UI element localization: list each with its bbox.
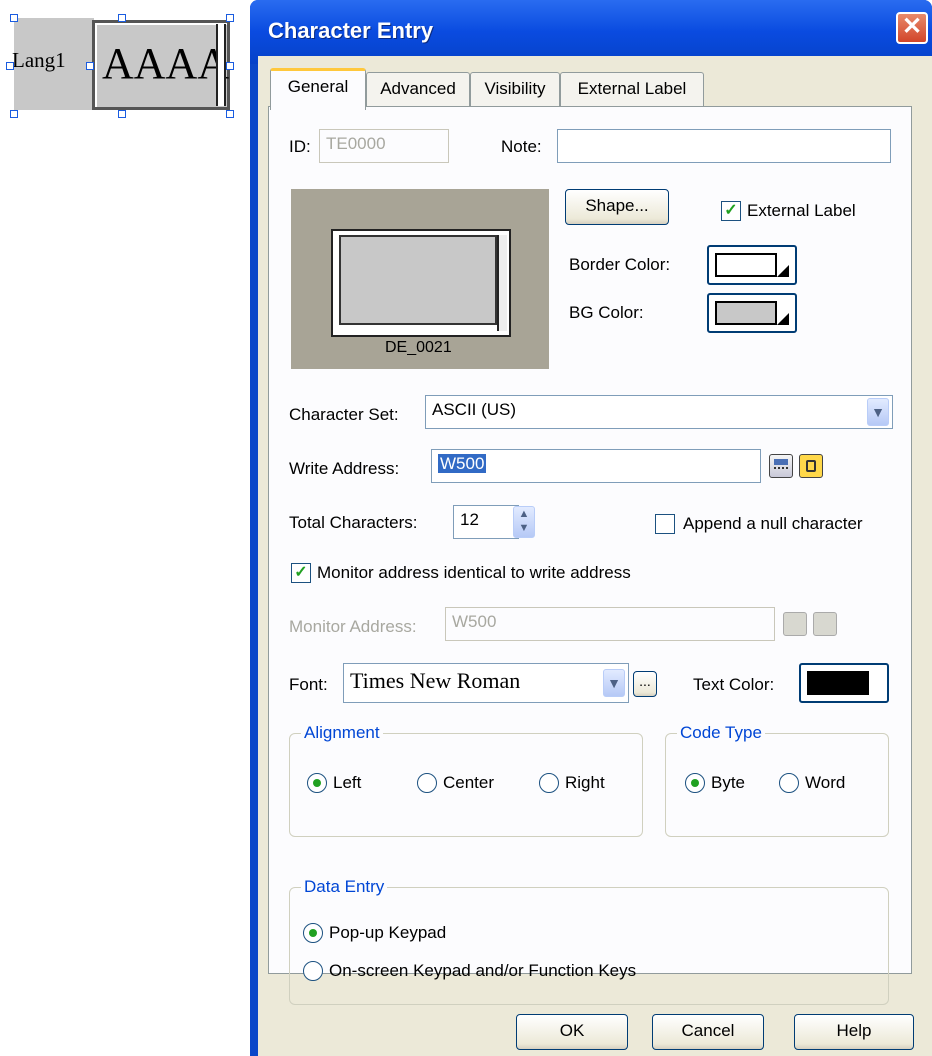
resize-handle[interactable] [226, 14, 234, 22]
code-type-title: Code Type [677, 723, 765, 743]
resize-handle[interactable] [118, 110, 126, 118]
monitor-address-label: Monitor Address: [289, 617, 417, 636]
border-color-button[interactable] [707, 245, 797, 285]
preview-right-edge [216, 24, 226, 106]
address-book-icon[interactable] [799, 454, 823, 478]
font-value: Times New Roman [350, 668, 521, 693]
dropdown-arrow-icon [777, 313, 789, 325]
popup-keypad-label: Pop-up Keypad [329, 923, 447, 942]
dialog-title: Character Entry [268, 18, 434, 43]
spin-up-icon[interactable]: ▲ [514, 507, 534, 521]
code-byte-radio[interactable] [685, 773, 705, 793]
spin-stepper[interactable]: ▲ ▼ [513, 506, 535, 538]
charset-value: ASCII (US) [432, 400, 517, 419]
charset-select[interactable]: ASCII (US) [425, 395, 893, 429]
resize-handle[interactable] [10, 14, 18, 22]
align-right-label: Right [565, 773, 605, 792]
align-right-radio[interactable] [539, 773, 559, 793]
resize-handle[interactable] [10, 110, 18, 118]
charset-label: Character Set: [289, 405, 399, 424]
shape-preview-edge [497, 235, 507, 331]
dropdown-arrow-icon [777, 265, 789, 277]
total-chars-input[interactable]: 12 [453, 505, 519, 539]
code-word-label: Word [805, 773, 846, 792]
align-center-radio[interactable] [417, 773, 437, 793]
code-word-radio[interactable] [779, 773, 799, 793]
monitor-identical-checkbox[interactable]: ✓ [291, 563, 311, 583]
popup-keypad-radio[interactable] [303, 923, 323, 943]
monitor-identical-label: Monitor address identical to write addre… [317, 563, 631, 582]
external-label-text: External Label [747, 201, 856, 220]
address-book-icon [813, 612, 837, 636]
shape-preview: DE_0021 [291, 189, 549, 369]
dialog-body: General Advanced Visibility External Lab… [258, 56, 932, 1056]
lang-label: Lang1 [12, 48, 66, 72]
monitor-address-input: W500 [445, 607, 775, 641]
tab-general[interactable]: General [270, 68, 366, 110]
bg-color-swatch [715, 301, 777, 325]
text-color-swatch [807, 671, 869, 695]
calculator-icon [783, 612, 807, 636]
font-select[interactable]: Times New Roman [343, 663, 629, 703]
write-address-input[interactable]: W500 [431, 449, 761, 483]
preview-text: AAAA [102, 39, 230, 88]
ok-button[interactable]: OK [516, 1014, 628, 1050]
tab-advanced[interactable]: Advanced [366, 72, 470, 108]
general-panel: ID: TE0000 Note: DE_0021 Shape... ✓ Exte… [268, 106, 912, 1005]
onscreen-keypad-radio[interactable] [303, 961, 323, 981]
chevron-down-icon[interactable]: ▼ [867, 398, 889, 426]
text-color-label: Text Color: [693, 675, 775, 694]
chevron-down-icon[interactable]: ▼ [603, 669, 625, 697]
shape-button[interactable]: Shape... [565, 189, 669, 225]
cancel-button[interactable]: Cancel [652, 1014, 764, 1050]
resize-handle[interactable] [226, 110, 234, 118]
canvas-object[interactable]: Lang1 AAAA [0, 0, 250, 130]
total-chars-value: 12 [460, 510, 479, 529]
align-center-label: Center [443, 773, 495, 792]
id-label: ID: [289, 137, 311, 156]
text-color-button[interactable] [799, 663, 889, 703]
external-label-checkbox[interactable]: ✓ [721, 201, 741, 221]
resize-handle[interactable] [118, 14, 126, 22]
border-color-swatch [715, 253, 777, 277]
spin-down-icon[interactable]: ▼ [514, 521, 534, 535]
dropdown-arrow-icon [869, 683, 881, 695]
code-byte-label: Byte [711, 773, 746, 792]
data-entry-title: Data Entry [301, 877, 388, 897]
write-address-value: W500 [438, 454, 487, 473]
append-null-checkbox[interactable] [655, 514, 675, 534]
align-left-label: Left [333, 773, 362, 792]
note-label: Note: [501, 137, 542, 156]
resize-handle[interactable] [6, 62, 14, 70]
write-address-label: Write Address: [289, 459, 400, 478]
align-left-radio[interactable] [307, 773, 327, 793]
calculator-icon[interactable] [769, 454, 793, 478]
monitor-address-value: W500 [452, 612, 497, 631]
note-input[interactable] [557, 129, 891, 163]
close-button[interactable]: ✕ [896, 12, 928, 44]
border-color-label: Border Color: [569, 255, 671, 274]
alignment-title: Alignment [301, 723, 383, 743]
shape-preview-inner [339, 235, 497, 325]
bg-color-button[interactable] [707, 293, 797, 333]
tab-visibility[interactable]: Visibility [470, 72, 560, 108]
character-entry-dialog: Character Entry ✕ General Advanced Visib… [250, 0, 932, 1056]
font-label: Font: [289, 675, 328, 694]
data-entry-group [289, 887, 889, 1005]
append-null-label: Append a null character [683, 514, 863, 533]
shape-name: DE_0021 [385, 339, 452, 356]
onscreen-keypad-label: On-screen Keypad and/or Function Keys [329, 961, 637, 980]
id-field: TE0000 [319, 129, 449, 163]
resize-handle[interactable] [86, 62, 94, 70]
font-browse-button[interactable]: ... [633, 671, 657, 697]
total-chars-label: Total Characters: [289, 513, 418, 532]
close-icon: ✕ [901, 13, 923, 40]
tab-external-label[interactable]: External Label [560, 72, 704, 108]
resize-handle[interactable] [226, 62, 234, 70]
bg-color-label: BG Color: [569, 303, 644, 322]
help-button[interactable]: Help [794, 1014, 914, 1050]
title-bar[interactable]: Character Entry ✕ [250, 0, 932, 64]
